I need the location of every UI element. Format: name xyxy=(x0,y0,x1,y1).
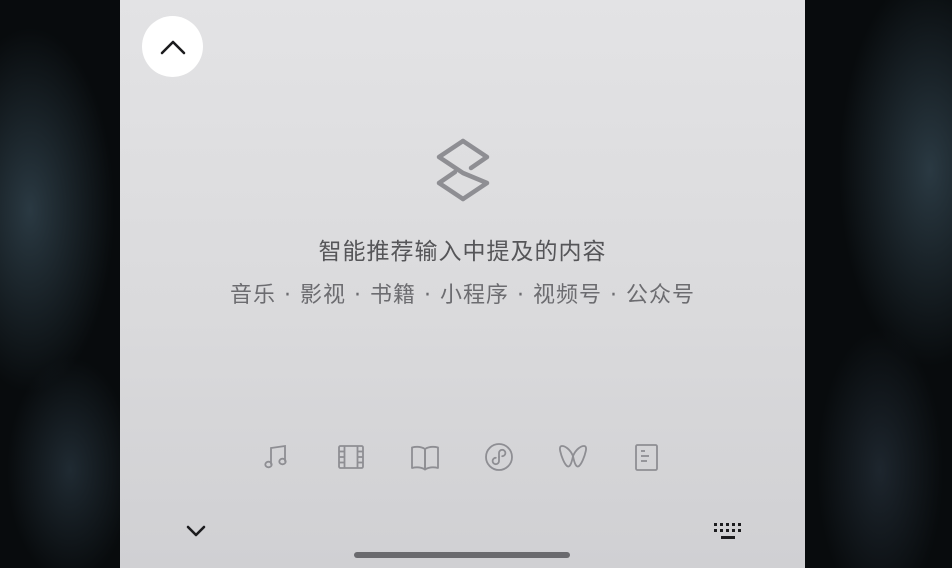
chevron-down-icon xyxy=(186,525,206,537)
chevron-up-icon xyxy=(160,40,185,54)
smart-recommend-logo-icon xyxy=(436,138,490,202)
article-icon xyxy=(635,444,658,471)
home-indicator[interactable] xyxy=(354,552,570,558)
film-icon xyxy=(338,445,364,469)
screen: 智能推荐输入中提及的内容 音乐 · 影视 · 书籍 · 小程序 · 视频号 · … xyxy=(0,0,952,568)
keyboard-toggle-button[interactable] xyxy=(708,516,748,546)
book-icon xyxy=(411,445,439,471)
mini-program-icon xyxy=(485,443,513,471)
keyboard-icon xyxy=(714,523,741,539)
recommendation-panel: 智能推荐输入中提及的内容 音乐 · 影视 · 书籍 · 小程序 · 视频号 · … xyxy=(120,0,805,568)
category-music[interactable] xyxy=(258,438,296,476)
category-film[interactable] xyxy=(332,438,370,476)
headline: 智能推荐输入中提及的内容 xyxy=(318,239,607,265)
category-mini-program[interactable] xyxy=(480,438,518,476)
category-book[interactable] xyxy=(406,438,444,476)
category-article[interactable] xyxy=(628,438,666,476)
channels-icon xyxy=(559,445,587,468)
dismiss-keyboard-button[interactable] xyxy=(182,518,210,544)
collapse-button[interactable] xyxy=(142,16,203,77)
category-list-text: 音乐 · 影视 · 书籍 · 小程序 · 视频号 · 公众号 xyxy=(230,283,695,308)
music-icon xyxy=(264,444,287,469)
category-channels[interactable] xyxy=(554,438,592,476)
